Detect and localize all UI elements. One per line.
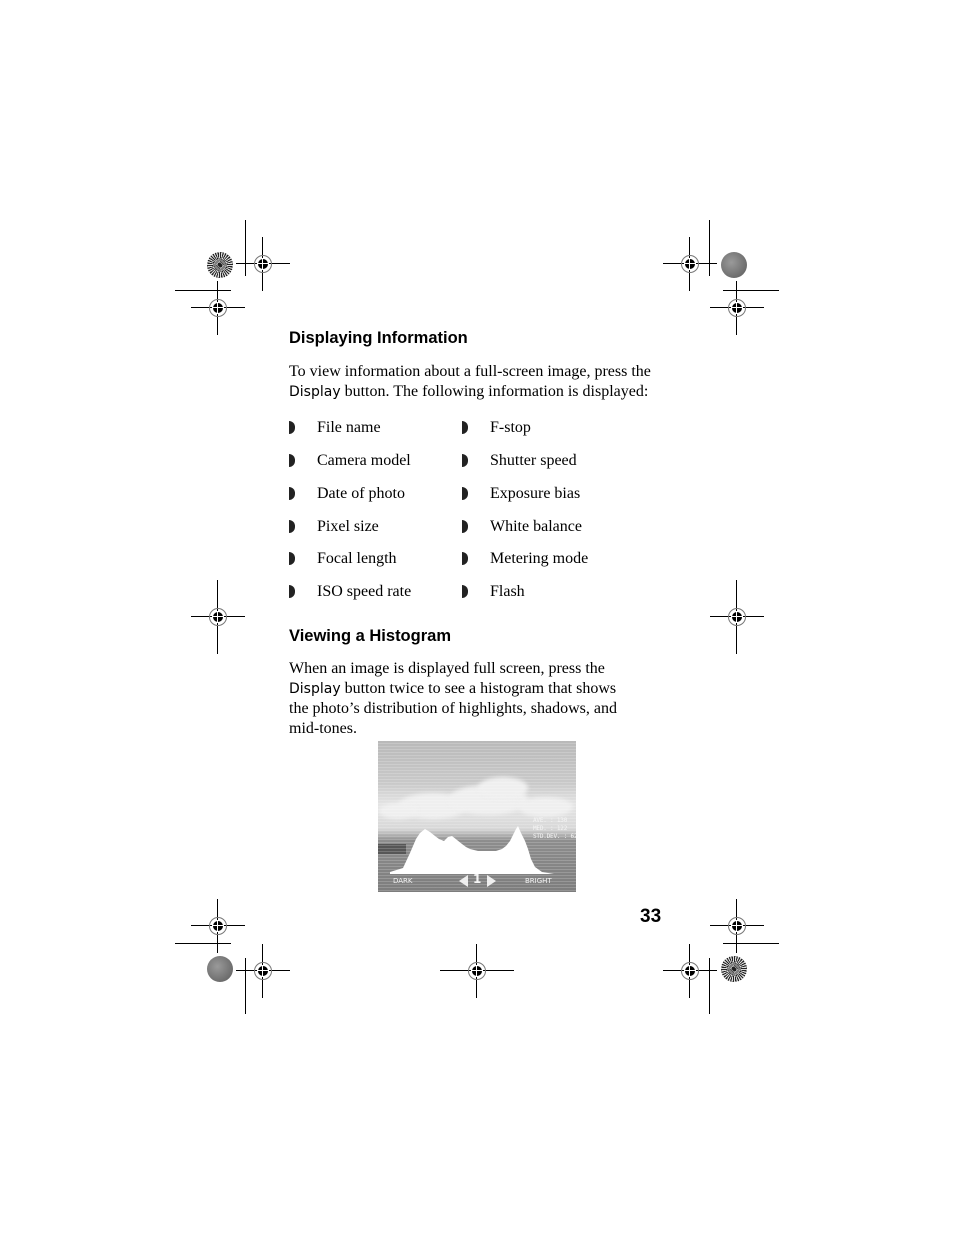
list-item: Date of photo xyxy=(317,485,405,502)
crop-line xyxy=(245,958,246,1014)
paragraph-text: button. The following information is dis… xyxy=(340,383,649,400)
paragraph-line: When an image is displayed full screen, … xyxy=(289,660,605,677)
display-button-keyword: Display xyxy=(289,384,341,400)
starburst-mark-icon xyxy=(207,252,233,278)
histogram-screen-photo: AVE. : 130 MED. : 122 STD.DEV. : 62 DARK… xyxy=(378,741,576,892)
bullet-icon xyxy=(462,421,468,437)
registration-target-icon xyxy=(191,281,245,335)
list-item: Exposure bias xyxy=(490,485,581,502)
section1-paragraph: To view information about a full-screen … xyxy=(289,362,679,402)
registration-target-icon xyxy=(710,899,764,953)
scanline-overlay xyxy=(378,741,576,892)
registration-target-icon xyxy=(710,281,764,335)
registration-target-icon xyxy=(236,944,290,998)
paragraph-line: Display button twice to see a histogram … xyxy=(289,679,649,699)
paragraph-line: the photo’s distribution of highlights, … xyxy=(289,700,617,717)
section-heading-viewing-a-histogram: Viewing a Histogram xyxy=(289,627,451,645)
gray-disc-mark-icon xyxy=(207,956,233,982)
crop-line xyxy=(709,220,710,276)
bullet-icon xyxy=(289,454,295,470)
crop-line xyxy=(709,958,710,1014)
crop-line xyxy=(175,943,231,944)
list-item: ISO speed rate xyxy=(317,583,412,600)
crop-line xyxy=(245,220,246,276)
list-item: Camera model xyxy=(317,452,411,469)
bullet-icon xyxy=(462,585,468,601)
bullet-icon xyxy=(289,552,295,568)
bullet-icon xyxy=(462,487,468,503)
bullet-icon xyxy=(289,585,295,601)
registration-target-icon xyxy=(191,580,245,654)
bullet-icon xyxy=(462,520,468,536)
bullet-icon xyxy=(289,520,295,536)
page-number: 33 xyxy=(640,906,662,927)
list-item: Shutter speed xyxy=(490,452,577,469)
registration-target-icon xyxy=(663,944,717,998)
section-heading-displaying-information: Displaying Information xyxy=(289,329,468,347)
list-item: File name xyxy=(317,419,381,436)
list-item: Metering mode xyxy=(490,550,589,567)
display-button-keyword: Display xyxy=(289,681,341,697)
bullet-icon xyxy=(462,552,468,568)
list-item: Pixel size xyxy=(317,518,379,535)
crop-line xyxy=(175,290,231,291)
list-item: F-stop xyxy=(490,419,531,436)
paragraph-line: To view information about a full-screen … xyxy=(289,363,651,380)
bullet-icon xyxy=(289,487,295,503)
bullet-icon xyxy=(462,454,468,470)
gray-disc-mark-icon xyxy=(721,252,747,278)
list-item: Flash xyxy=(490,583,525,600)
crop-line xyxy=(723,943,779,944)
registration-target-icon xyxy=(710,580,764,654)
bullet-icon xyxy=(289,421,295,437)
registration-target-icon xyxy=(191,899,245,953)
paragraph-line: mid-tones. xyxy=(289,720,357,737)
paragraph-text: button twice to see a histogram that sho… xyxy=(340,680,617,697)
registration-target-icon xyxy=(440,944,514,998)
registration-target-icon xyxy=(236,237,290,291)
list-item: White balance xyxy=(490,518,582,535)
starburst-mark-icon xyxy=(721,956,747,982)
registration-target-icon xyxy=(663,237,717,291)
paragraph-line: Display button. The following informatio… xyxy=(289,382,679,402)
section2-paragraph: When an image is displayed full screen, … xyxy=(289,659,649,739)
list-item: Focal length xyxy=(317,550,397,567)
crop-line xyxy=(723,290,779,291)
